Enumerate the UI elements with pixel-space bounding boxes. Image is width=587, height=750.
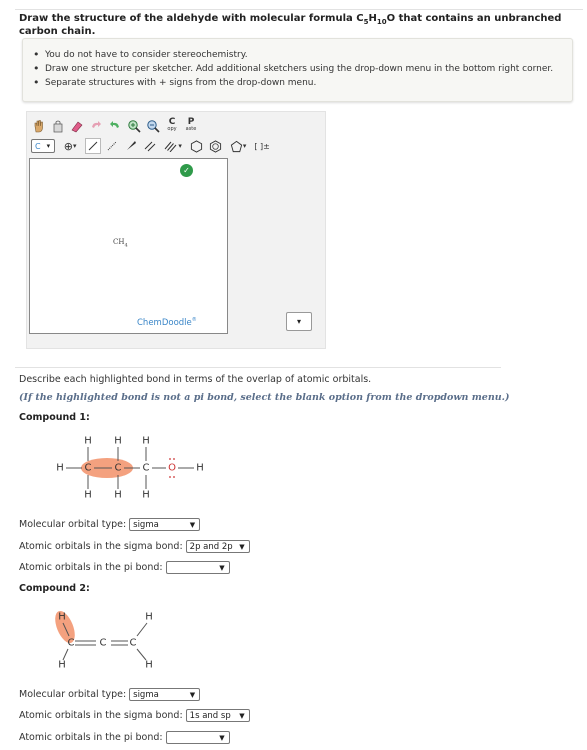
atom-h: H [58,611,66,623]
atom-c: C [129,637,137,649]
c2-pi-orbitals-select[interactable]: ▼ [165,731,230,744]
atom-h: H [145,659,153,671]
c2-sigma-row: Atomic orbitals in the sigma bond: 1s an… [19,709,250,722]
chevron-down-icon: ▼ [189,690,196,699]
c2-orbital-type-select[interactable]: sigma ▼ [129,688,201,701]
c2-pi-row: Atomic orbitals in the pi bond: ▼ [19,731,230,744]
atom-c: C [99,637,107,649]
compound-2-bonds [55,610,148,661]
c2-orbital-type-row: Molecular orbital type: sigma ▼ [19,688,201,701]
atom-c: C [67,637,75,649]
c2-sigma-orbitals-select[interactable]: 1s and sp ▼ [185,709,250,722]
chevron-down-icon: ▼ [219,733,225,742]
atom-h: H [145,611,153,623]
chevron-down-icon: ▼ [239,711,245,720]
atom-h: H [58,659,66,671]
